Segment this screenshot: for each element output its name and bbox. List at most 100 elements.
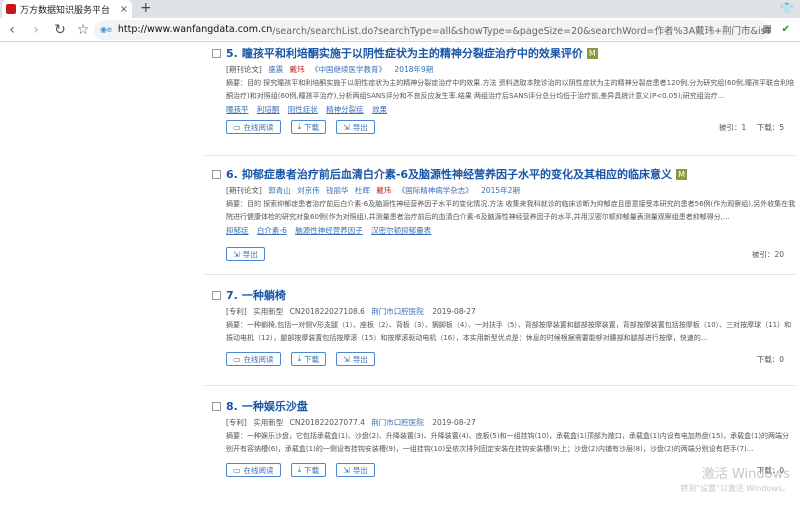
- keyword-link[interactable]: 利培酮: [257, 105, 280, 114]
- export-button[interactable]: ⇲ 导出: [336, 463, 375, 477]
- abstract-text: 摘要：目的 探索抑郁症患者治疗前后白介素-6及脑源性神经营养因子水平的变化情况.…: [226, 200, 796, 221]
- bookmark-star-icon[interactable]: ☆: [72, 22, 94, 38]
- download-count: 下载：5: [756, 122, 784, 132]
- keyword-link[interactable]: 精神分裂症: [326, 105, 364, 114]
- result-title-link[interactable]: 一种娱乐沙盘: [242, 398, 308, 414]
- download-icon: ⤓: [297, 122, 302, 131]
- result-number: 7.: [226, 288, 238, 302]
- book-icon: ▭: [233, 122, 241, 132]
- reload-icon[interactable]: ↻: [48, 22, 72, 38]
- patent-type: 实用新型: [253, 307, 284, 316]
- select-checkbox[interactable]: [212, 169, 221, 179]
- keyword-link[interactable]: 脑源性神经营养因子: [295, 226, 363, 235]
- medical-badge: M: [586, 47, 598, 59]
- book-icon: ▭: [233, 465, 241, 475]
- abstract-text: 摘要：目的 探究瞳孩平和利培酮实施于以阴性症状为主的精神分裂症治疗中的效果.方法…: [226, 79, 795, 100]
- source-link[interactable]: 《中国继续医学教育》: [311, 65, 386, 74]
- book-icon: ▭: [233, 354, 241, 364]
- select-checkbox[interactable]: [212, 48, 221, 58]
- result-number: 5.: [226, 46, 238, 60]
- address-host: http://www.wanfangdata.com.cn: [117, 24, 273, 35]
- keyword-link[interactable]: 白介素-6: [257, 226, 287, 235]
- read-online-button[interactable]: ▭ 在线阅读: [226, 463, 281, 477]
- address-bar[interactable]: ◉e http://www.wanfangdata.com.cn /search…: [94, 19, 790, 40]
- select-checkbox[interactable]: [212, 401, 221, 411]
- tab-strip: 万方数据知识服务平台 × + 👕: [0, 0, 800, 18]
- browser-toolbar: ‹ › ↻ ☆ ◉e http://www.wanfangdata.com.cn…: [0, 18, 800, 42]
- tab-close-icon[interactable]: ×: [120, 4, 128, 15]
- shirt-icon[interactable]: 👕: [780, 2, 794, 15]
- doc-type: [期刊论文]: [226, 186, 262, 195]
- result-number: 6.: [226, 167, 238, 181]
- publish-date: 2019-08-27: [432, 418, 476, 427]
- download-button[interactable]: ⤓ 下载: [290, 463, 327, 477]
- tab-title: 万方数据知识服务平台: [20, 5, 111, 16]
- read-online-button[interactable]: ▭ 在线阅读: [226, 120, 281, 134]
- medical-badge: M: [676, 168, 688, 180]
- download-button[interactable]: ⤓ 下载: [290, 120, 327, 134]
- export-button[interactable]: ⇲ 导出: [226, 247, 265, 261]
- export-icon: ⇲: [233, 249, 240, 259]
- issue-link[interactable]: 2018年9期: [394, 65, 433, 74]
- doc-type: [期刊论文]: [226, 65, 262, 74]
- keyword-link[interactable]: 阴性症状: [288, 105, 318, 114]
- result-item: 7. 一种躺椅 [专利] 实用新型 CN201822027108.6 荆门市口腔…: [207, 275, 792, 385]
- result-item: 5. 瞳孩平和利培酮实施于以阴性症状为主的精神分裂症治疗中的效果评价 M [期刊…: [207, 43, 794, 155]
- tab-active[interactable]: 万方数据知识服务平台 ×: [2, 0, 132, 18]
- patent-type: 实用新型: [253, 418, 284, 427]
- source-link[interactable]: 《国际精神病学杂志》: [398, 186, 473, 195]
- keyword-link[interactable]: 汉密尔顿抑郁量表: [371, 226, 431, 235]
- keyword-link[interactable]: 瞳孩平: [226, 105, 249, 114]
- author-link[interactable]: 郭青山: [268, 186, 291, 195]
- result-stats: 被引：1 下载：5: [711, 122, 784, 133]
- select-checkbox[interactable]: [212, 290, 221, 300]
- result-title-link[interactable]: 抑郁症患者治疗前后血清白介素-6及脑源性神经营养因子水平的变化及其相应的临床意义: [242, 166, 672, 182]
- ie-mode-icon[interactable]: ◉e: [100, 25, 112, 34]
- download-count: 下载：0: [756, 354, 784, 364]
- windows-activation-hint: 转到"设置"以激活 Windows。: [680, 484, 790, 493]
- patent-number: CN201822027108.6: [289, 307, 365, 316]
- forward-icon[interactable]: ›: [24, 22, 48, 38]
- author-link[interactable]: 戴玮: [376, 186, 391, 195]
- author-link[interactable]: 盛震: [268, 65, 283, 74]
- doc-type: [专利]: [226, 307, 247, 316]
- grid-icon[interactable]: ▦: [763, 24, 772, 35]
- back-icon[interactable]: ‹: [0, 22, 24, 38]
- windows-activation-watermark: 激活 Windows: [701, 467, 790, 482]
- author-link[interactable]: 钱丽华: [326, 186, 349, 195]
- result-item: 6. 抑郁症患者治疗前后血清白介素-6及脑源性神经营养因子水平的变化及其相应的临…: [207, 156, 795, 274]
- applicant-link[interactable]: 荆门市口腔医院: [371, 418, 424, 427]
- cited-count[interactable]: 被引：1: [719, 123, 746, 132]
- result-stats: 被引：20: [744, 249, 784, 260]
- author-link[interactable]: 杜辉: [355, 186, 370, 195]
- keyword-link[interactable]: 抑郁症: [226, 226, 249, 235]
- result-number: 8.: [226, 399, 238, 413]
- export-button[interactable]: ⇲ 导出: [336, 352, 375, 366]
- result-title-link[interactable]: 一种躺椅: [242, 287, 286, 303]
- result-title-link[interactable]: 瞳孩平和利培酮实施于以阴性症状为主的精神分裂症治疗中的效果评价: [242, 45, 583, 61]
- wanfang-favicon-icon: [6, 4, 16, 14]
- applicant-link[interactable]: 荆门市口腔医院: [371, 307, 424, 316]
- export-icon: ⇲: [343, 354, 350, 364]
- publish-date: 2019-08-27: [432, 307, 476, 316]
- abstract-text: 摘要：一种躺椅,包括一对侧V形支腿（1）、座板（2）、背板（3）、搁脚板（4）、…: [226, 321, 792, 342]
- keyword-link[interactable]: 效果: [372, 105, 387, 114]
- export-button[interactable]: ⇲ 导出: [336, 120, 375, 134]
- export-icon: ⇲: [343, 122, 350, 132]
- keyword-list: 抑郁症 白介素-6 脑源性神经营养因子 汉密尔顿抑郁量表: [226, 224, 792, 238]
- read-online-button[interactable]: ▭ 在线阅读: [226, 352, 281, 366]
- author-link[interactable]: 刘京伟: [297, 186, 320, 195]
- result-stats: 下载：0: [749, 354, 784, 365]
- cited-count[interactable]: 被引：20: [752, 250, 784, 259]
- results-list: 5. 瞳孩平和利培酮实施于以阴性症状为主的精神分裂症治疗中的效果评价 M [期刊…: [205, 43, 795, 496]
- issue-link[interactable]: 2015年2期: [481, 186, 520, 195]
- doc-type: [专利]: [226, 418, 247, 427]
- address-path: /search/searchList.do?searchType=all&sho…: [272, 25, 770, 37]
- author-link[interactable]: 戴玮: [290, 65, 305, 74]
- keyword-list: 瞳孩平 利培酮 阴性症状 精神分裂症 效果: [226, 103, 792, 117]
- download-icon: ⤓: [297, 354, 302, 363]
- new-tab-button[interactable]: +: [140, 0, 152, 18]
- download-icon: ⤓: [297, 465, 302, 474]
- page-viewport: 5. 瞳孩平和利培酮实施于以阴性症状为主的精神分裂症治疗中的效果评价 M [期刊…: [0, 43, 800, 507]
- download-button[interactable]: ⤓ 下载: [290, 352, 327, 366]
